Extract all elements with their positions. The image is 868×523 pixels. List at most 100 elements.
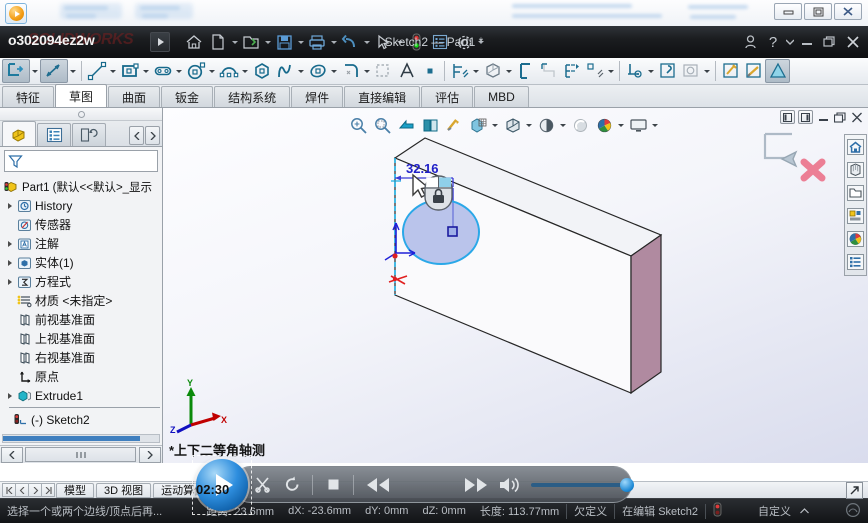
help-caret-icon[interactable] (785, 30, 795, 54)
apply-scene-icon[interactable] (568, 113, 592, 137)
tree-item-annotations[interactable]: 注解 (3, 234, 162, 253)
open-document-button[interactable] (239, 30, 272, 54)
point-tool-button[interactable] (418, 59, 441, 83)
maximize-button[interactable] (804, 3, 832, 20)
chevron-down-icon[interactable] (650, 113, 660, 137)
tab-sketch[interactable]: 草图 (55, 84, 107, 107)
linear-pattern-button[interactable] (560, 59, 583, 83)
minimize-icon[interactable] (816, 110, 830, 124)
minimize-button[interactable] (774, 3, 802, 20)
view-palette-icon[interactable] (846, 205, 865, 227)
volume-slider[interactable] (531, 483, 631, 487)
user-account-icon[interactable] (739, 30, 761, 54)
repair-sketch-button[interactable] (656, 59, 679, 83)
loop-button[interactable] (277, 470, 307, 500)
close-button[interactable] (834, 3, 862, 20)
slot-tool-button[interactable] (151, 59, 174, 83)
first-tab-button[interactable] (2, 483, 16, 497)
ellipse-tool-button[interactable] (306, 59, 329, 83)
view-orientation-icon[interactable] (442, 113, 466, 137)
volume-slider-knob[interactable] (620, 478, 634, 492)
help-icon[interactable]: ? (762, 30, 784, 54)
chevron-down-icon[interactable] (476, 30, 485, 54)
chevron-down-icon[interactable] (230, 30, 239, 54)
mirror-entities-button[interactable] (514, 59, 537, 83)
restore-icon[interactable] (833, 110, 847, 124)
restore-icon[interactable] (819, 30, 841, 54)
volume-button[interactable] (495, 470, 525, 500)
chevron-down-icon[interactable] (240, 60, 250, 83)
shaded-sketch-contours-button[interactable] (765, 59, 790, 83)
circle-tool-button[interactable] (184, 59, 207, 83)
file-explorer-icon[interactable] (846, 182, 865, 204)
panel-nav-next[interactable] (145, 126, 160, 145)
options-list-button[interactable] (428, 30, 452, 54)
fillet-tool-button[interactable] (339, 59, 362, 83)
hide-show-items-icon[interactable] (500, 113, 524, 137)
exit-sketch-button[interactable] (2, 59, 30, 83)
fast-forward-button[interactable] (457, 470, 495, 500)
circular-pattern-button[interactable] (583, 59, 606, 83)
dock-left-icon[interactable] (780, 110, 795, 124)
close-icon[interactable] (850, 110, 864, 124)
bottom-tab-3dviews[interactable]: 3D 视图 (96, 483, 151, 498)
chevron-down-icon[interactable] (108, 60, 118, 83)
stop-button[interactable] (318, 470, 348, 500)
chevron-down-icon[interactable] (490, 113, 500, 137)
dock-right-icon[interactable] (798, 110, 813, 124)
graphics-viewport[interactable]: 32.16 Y X Z *上下二等角轴测 (163, 108, 868, 463)
feature-manager-tab[interactable] (2, 121, 36, 146)
save-button[interactable] (272, 30, 305, 54)
chevron-down-icon[interactable] (646, 60, 656, 83)
chevron-down-icon[interactable] (471, 60, 481, 83)
video-play-badge[interactable] (5, 3, 27, 24)
new-document-button[interactable] (206, 30, 239, 54)
custom-properties-icon[interactable] (846, 251, 865, 273)
tree-item-sensors[interactable]: 传感器 (3, 215, 162, 234)
chevron-down-icon[interactable] (504, 60, 514, 83)
chevron-down-icon[interactable] (263, 30, 272, 54)
tab-sheetmetal[interactable]: 钣金 (161, 86, 213, 107)
panel-grip[interactable] (0, 108, 162, 121)
customize-label[interactable]: 自定义 (751, 503, 798, 519)
scroll-right-button[interactable] (139, 447, 161, 463)
expand-arrow-icon[interactable] (3, 260, 16, 266)
chevron-down-icon[interactable] (558, 113, 568, 137)
line-tool-button[interactable] (85, 59, 108, 83)
rectangle-tool-button[interactable] (118, 59, 141, 83)
tree-item-front-plane[interactable]: 前视基准面 (3, 310, 162, 329)
move-entities-button[interactable] (537, 59, 560, 83)
tab-surfaces[interactable]: 曲面 (108, 86, 160, 107)
appearances-scenes-icon[interactable] (846, 228, 865, 250)
panel-scrollbar[interactable] (25, 447, 136, 462)
design-library-icon[interactable] (846, 159, 865, 181)
zoom-to-area-icon[interactable] (370, 113, 394, 137)
expand-arrow-icon[interactable] (3, 279, 16, 285)
next-tab-button[interactable] (28, 483, 42, 497)
filter-row[interactable] (4, 150, 158, 172)
instant2d-button[interactable] (742, 59, 765, 83)
chevron-down-icon[interactable] (68, 60, 78, 83)
trim-entities-button[interactable] (372, 59, 395, 83)
menu-expand-button[interactable] (150, 32, 170, 52)
viewport-layout-icon[interactable] (626, 113, 650, 137)
settings-button[interactable] (452, 30, 485, 54)
chevron-down-icon[interactable] (606, 60, 616, 83)
tab-evaluate[interactable]: 评估 (421, 86, 473, 107)
chevron-down-icon[interactable] (616, 113, 626, 137)
tree-item-sketch2[interactable]: (-) Sketch2 (3, 410, 162, 429)
select-button[interactable] (371, 30, 404, 54)
design-library-home-icon[interactable] (846, 136, 865, 158)
print-button[interactable] (305, 30, 338, 54)
tree-item-equations[interactable]: 方程式 (3, 272, 162, 291)
offset-entities-button[interactable] (481, 59, 504, 83)
tree-item-solid-bodies[interactable]: 实体(1) (3, 253, 162, 272)
chevron-down-icon[interactable] (329, 60, 339, 83)
fullscreen-button[interactable] (846, 482, 863, 499)
close-icon[interactable] (842, 30, 864, 54)
rollback-bar[interactable] (9, 407, 160, 408)
chevron-down-icon[interactable] (524, 113, 534, 137)
expand-arrow-icon[interactable] (3, 393, 16, 399)
expand-arrow-icon[interactable] (3, 241, 16, 247)
panel-nav-prev[interactable] (129, 126, 144, 145)
